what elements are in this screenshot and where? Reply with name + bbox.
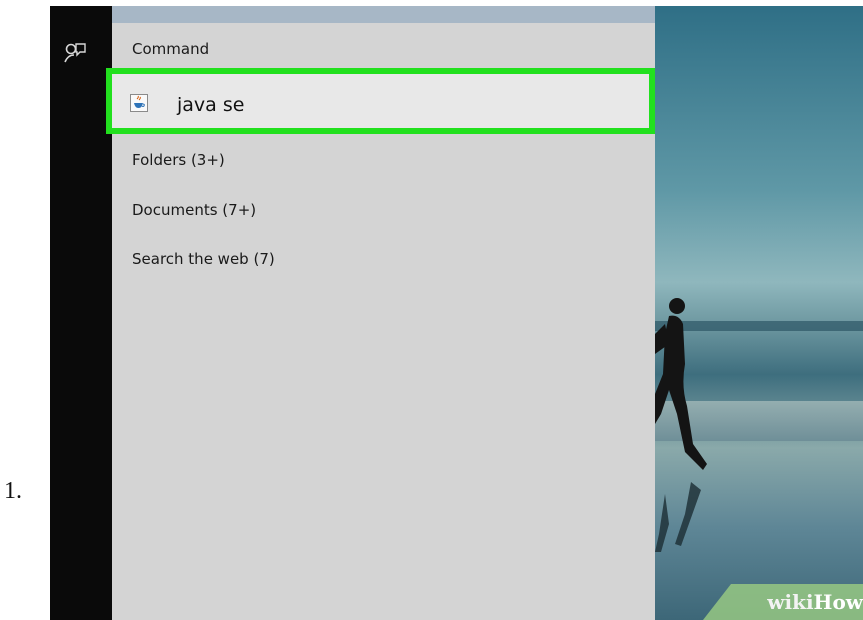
java-app-icon — [130, 94, 148, 112]
group-header-command: Command — [132, 40, 210, 58]
runner-silhouette — [655, 298, 707, 552]
left-rail — [50, 6, 112, 620]
best-match-result[interactable]: java se — [106, 68, 655, 140]
desktop-wallpaper: wikiHow — [655, 6, 863, 620]
category-documents[interactable]: Documents (7+) — [132, 201, 256, 219]
result-label: java se — [177, 94, 245, 116]
watermark-logo: wikiHow — [767, 590, 863, 614]
watermark-how: How — [813, 590, 863, 614]
screenshot-frame: Command java se Folders (3+) Documents (… — [50, 6, 863, 620]
watermark-wiki: wiki — [767, 590, 814, 614]
category-search-web[interactable]: Search the web (7) — [132, 250, 275, 268]
feedback-person-icon[interactable] — [64, 42, 86, 66]
step-number: 1. — [4, 478, 22, 504]
category-folders[interactable]: Folders (3+) — [132, 151, 225, 169]
panel-top-bar — [112, 6, 655, 23]
search-results-panel: Command java se Folders (3+) Documents (… — [106, 6, 655, 620]
